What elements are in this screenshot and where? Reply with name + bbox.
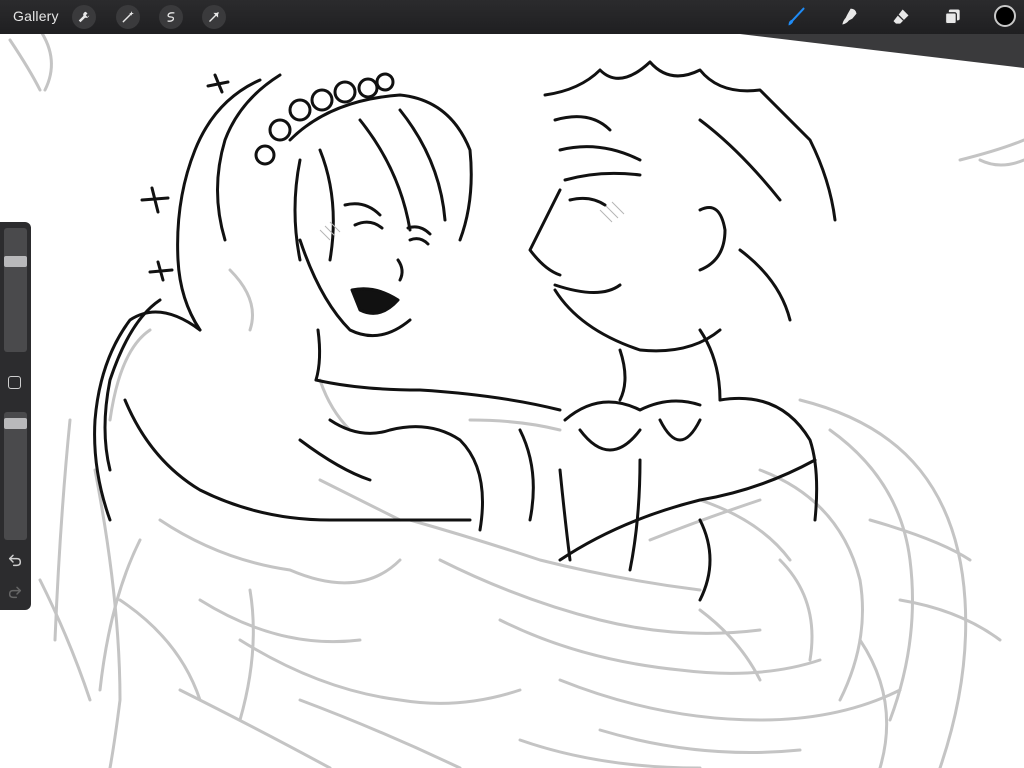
left-sidebar: [0, 222, 31, 610]
brush-opacity-slider[interactable]: [4, 412, 27, 540]
gallery-button[interactable]: Gallery: [13, 8, 59, 24]
top-toolbar: Gallery: [0, 0, 1024, 34]
eraser-icon[interactable]: [889, 5, 913, 29]
redo-icon[interactable]: [7, 584, 23, 600]
brush-opacity-thumb[interactable]: [4, 418, 27, 429]
drawing-canvas[interactable]: [0, 0, 1024, 768]
modify-square-icon[interactable]: [8, 376, 21, 389]
color-picker-swatch[interactable]: [994, 5, 1016, 27]
procreate-app: Gallery: [0, 0, 1024, 768]
selection-icon[interactable]: [159, 5, 183, 29]
transform-arrow-icon[interactable]: [202, 5, 226, 29]
wrench-icon[interactable]: [72, 5, 96, 29]
layers-icon[interactable]: [941, 5, 965, 29]
smudge-icon[interactable]: [837, 5, 861, 29]
undo-icon[interactable]: [7, 552, 23, 568]
magic-wand-icon[interactable]: [116, 5, 140, 29]
brush-size-slider[interactable]: [4, 228, 27, 352]
brush-icon[interactable]: [784, 5, 808, 29]
brush-size-thumb[interactable]: [4, 256, 27, 267]
